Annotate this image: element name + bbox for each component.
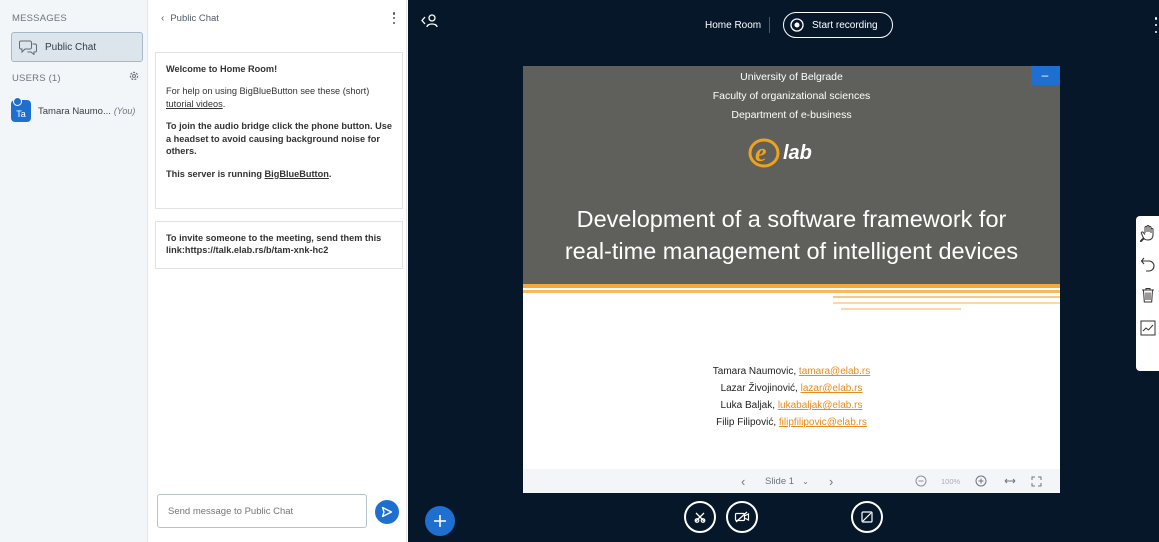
previous-slide-icon[interactable]: ‹ xyxy=(741,469,745,493)
share-screen-button[interactable] xyxy=(851,501,883,533)
next-slide-icon[interactable]: › xyxy=(829,469,833,493)
zoom-out-icon[interactable] xyxy=(915,469,927,493)
desktop-share-off-icon xyxy=(861,511,873,523)
header-divider xyxy=(769,17,770,33)
zoom-in-icon[interactable] xyxy=(975,469,987,493)
users-section-title: USERS (1) xyxy=(12,73,61,84)
gear-icon[interactable] xyxy=(128,70,140,82)
slide-stripe xyxy=(841,308,961,310)
slide-department: Department of e-business xyxy=(731,109,852,121)
video-off-icon xyxy=(734,511,750,523)
phone-off-icon xyxy=(694,512,706,523)
undo-icon[interactable] xyxy=(1136,249,1159,279)
invite-text: To invite someone to the meeting, send t… xyxy=(166,233,382,256)
avatar: Ta xyxy=(11,97,31,122)
author-line: Tamara Naumovic, tamara@elab.rs xyxy=(712,366,871,377)
send-icon xyxy=(381,506,393,518)
user-you-tag: (You) xyxy=(113,106,136,116)
messages-section-title: MESSAGES xyxy=(12,13,67,24)
slide-stripe xyxy=(523,284,1060,288)
user-list-panel: MESSAGES Public Chat USERS (1) Ta Tamara… xyxy=(0,0,148,542)
server-line: This server is running BigBlueButton. xyxy=(166,168,332,179)
hand-tool-icon[interactable] xyxy=(1136,218,1159,248)
presentation-slide: University of Belgrade Faculty of organi… xyxy=(523,66,1060,469)
slide-stripe xyxy=(833,296,1060,298)
public-chat-label: Public Chat xyxy=(45,41,97,53)
elab-logo: e lab xyxy=(748,138,812,168)
record-icon xyxy=(790,18,804,32)
chat-options-kebab-icon[interactable] xyxy=(388,9,400,27)
join-audio-button[interactable] xyxy=(684,501,716,533)
author-line: Luka Baljak, lukabaljak@elab.rs xyxy=(720,400,863,411)
trash-icon[interactable] xyxy=(1136,280,1159,310)
user-list-item[interactable]: Ta Tamara Naumo... (You) xyxy=(11,97,145,125)
zoom-level: 100% xyxy=(941,476,961,486)
start-recording-label: Start recording xyxy=(812,19,878,31)
chat-panel: ‹ Public Chat Welcome to Home Room! For … xyxy=(149,0,407,542)
toggle-userlist-icon[interactable] xyxy=(420,13,440,29)
actions-plus-button[interactable] xyxy=(425,506,455,536)
slide-university: University of Belgrade xyxy=(740,71,843,83)
avatar-initials: Ta xyxy=(16,109,26,119)
svg-text:lab: lab xyxy=(783,142,812,164)
chat-bubbles-icon xyxy=(19,40,37,55)
plus-icon xyxy=(434,515,446,527)
audio-help-line: To join the audio bridge click the phone… xyxy=(166,121,392,157)
slide-authors: Tamara Naumovic, tamara@elab.rs Lazar Ži… xyxy=(523,363,1060,431)
send-message-button[interactable] xyxy=(375,500,399,524)
slide-faculty: Faculty of organizational sciences xyxy=(712,90,871,102)
svg-text:e: e xyxy=(755,138,767,167)
multi-user-whiteboard-icon[interactable] xyxy=(1136,313,1159,343)
meeting-title: Home Room xyxy=(705,20,762,31)
whiteboard-toolbar xyxy=(1136,216,1159,371)
presentation-toolbar: ‹ Slide 1 ⌄ › 100% xyxy=(523,469,1060,493)
fit-width-icon[interactable] xyxy=(1004,469,1016,493)
chevron-left-icon: ‹ xyxy=(161,13,165,24)
main-options-kebab-icon[interactable] xyxy=(1153,17,1159,33)
app-root: MESSAGES Public Chat USERS (1) Ta Tamara… xyxy=(0,0,1159,542)
start-recording-button[interactable]: Start recording xyxy=(783,12,893,38)
chat-message-input[interactable] xyxy=(157,494,367,528)
welcome-line: Welcome to Home Room! xyxy=(166,64,278,74)
voice-indicator-icon xyxy=(13,97,22,106)
tutorial-videos-link[interactable]: tutorial videos xyxy=(166,99,223,109)
presentation-area: Home Room Start recording University of … xyxy=(408,0,1159,542)
fullscreen-icon[interactable] xyxy=(1031,469,1042,493)
public-chat-item[interactable]: Public Chat xyxy=(11,32,143,62)
chat-title: Public Chat xyxy=(170,13,219,24)
invite-message-card: To invite someone to the meeting, send t… xyxy=(155,221,403,269)
chevron-down-icon: ⌄ xyxy=(802,476,809,486)
welcome-message-card: Welcome to Home Room! For help on using … xyxy=(155,52,403,209)
slide-stripe xyxy=(833,302,1060,304)
slide-selector[interactable]: Slide 1 ⌄ xyxy=(765,469,809,493)
slide-stripe xyxy=(523,290,1060,293)
slide-title-line2: real-time management of intelligent devi… xyxy=(564,238,1019,264)
bigbluebutton-link[interactable]: BigBlueButton xyxy=(265,169,329,179)
user-name: Tamara Naumo... xyxy=(38,105,111,117)
help-line: For help on using BigBlueButton see thes… xyxy=(166,86,370,109)
slide-selector-label: Slide 1 xyxy=(765,475,795,487)
slide-title-line1: Development of a software framework for xyxy=(576,206,1007,232)
author-line: Lazar Živojinović, lazar@elab.rs xyxy=(720,383,863,394)
chat-header-back[interactable]: ‹ Public Chat xyxy=(161,13,219,24)
share-webcam-button[interactable] xyxy=(726,501,758,533)
author-line: Filip Filipović, filipfilipovic@elab.rs xyxy=(716,417,867,428)
minimize-presentation-button[interactable]: – xyxy=(1031,66,1059,85)
